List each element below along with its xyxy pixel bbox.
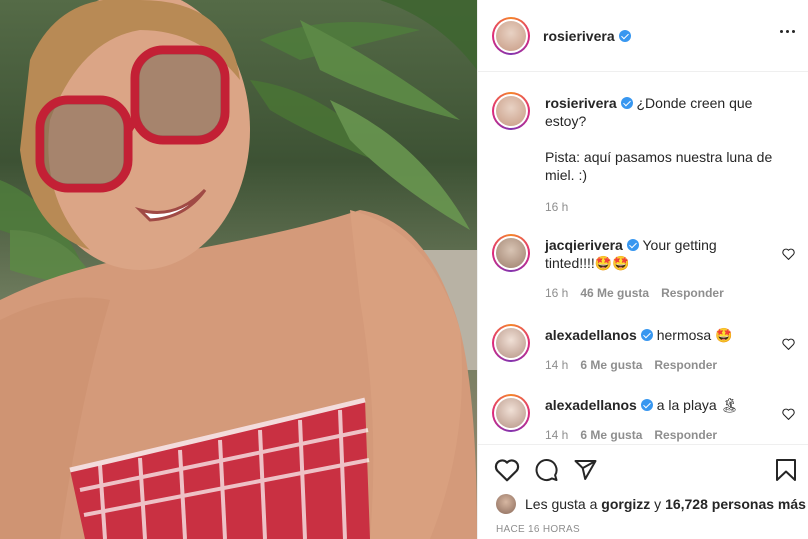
verified-badge-icon	[640, 329, 653, 341]
comment-time[interactable]: 16 h	[545, 286, 568, 300]
caption-text-2: Pista: aquí pasamos nuestra luna de miel…	[545, 149, 773, 183]
photo-illustration	[0, 0, 477, 539]
caption-avatar[interactable]	[492, 92, 530, 130]
reply-button[interactable]: Responder	[661, 286, 724, 300]
reply-button[interactable]: Responder	[654, 358, 717, 372]
save-bookmark-icon[interactable]	[775, 458, 797, 482]
author-username-text[interactable]: rosierivera	[543, 28, 615, 44]
more-options-icon[interactable]	[780, 30, 795, 33]
verified-badge-icon	[618, 29, 631, 42]
comments-list[interactable]: rosierivera ¿Donde creen que estoy? Pist…	[478, 72, 808, 444]
post-header: rosierivera	[478, 0, 808, 72]
comment-username[interactable]: alexadellanos	[545, 397, 637, 413]
liker-avatar[interactable]	[496, 494, 516, 514]
share-icon[interactable]	[573, 458, 598, 482]
comment-likes[interactable]: 6 Me gusta	[580, 428, 642, 442]
like-heart-icon[interactable]	[494, 458, 520, 482]
comment-item: jacqierivera Your getting tinted!!!!🤩🤩 1…	[492, 234, 795, 300]
comment-time[interactable]: 14 h	[545, 428, 568, 442]
comment-item: alexadellanos hermosa 🤩 14 h 6 Me gusta …	[492, 324, 795, 372]
comment-likes[interactable]: 6 Me gusta	[580, 358, 642, 372]
comment-text: a la playa 🏝	[656, 397, 739, 413]
post-photo[interactable]	[0, 0, 477, 539]
comment-username[interactable]: alexadellanos	[545, 327, 637, 343]
likes-conj: y	[654, 496, 662, 512]
comment-username[interactable]: jacqierivera	[545, 237, 623, 253]
comment-icon[interactable]	[534, 458, 559, 482]
caption-time[interactable]: 16 h	[545, 200, 568, 214]
reply-button[interactable]: Responder	[654, 428, 717, 442]
verified-badge-icon	[620, 97, 633, 109]
likes-summary[interactable]: Les gusta a gorgizz y 16,728 personas má…	[496, 494, 806, 514]
comment-time[interactable]: 14 h	[545, 358, 568, 372]
verified-badge-icon	[640, 399, 653, 411]
comment-avatar[interactable]	[492, 394, 530, 432]
like-comment-heart-icon[interactable]	[782, 248, 795, 260]
like-comment-heart-icon[interactable]	[782, 408, 795, 420]
likes-count[interactable]: 16,728 personas más	[665, 496, 806, 512]
liker-username[interactable]: gorgizz	[601, 496, 650, 512]
like-comment-heart-icon[interactable]	[782, 338, 795, 350]
post-panel: rosierivera rosierivera ¿Donde creen que…	[477, 0, 808, 539]
author-username[interactable]: rosierivera	[543, 28, 631, 44]
comment-text: hermosa 🤩	[656, 327, 733, 343]
caption: rosierivera ¿Donde creen que estoy? Pist…	[492, 92, 795, 214]
comment-item: alexadellanos a la playa 🏝 14 h 6 Me gus…	[492, 394, 795, 442]
comment-avatar[interactable]	[492, 324, 530, 362]
caption-username[interactable]: rosierivera	[545, 95, 617, 111]
comment-likes[interactable]: 46 Me gusta	[580, 286, 649, 300]
verified-badge-icon	[626, 239, 639, 251]
post-timestamp[interactable]: HACE 16 HORAS	[496, 524, 580, 535]
comment-avatar[interactable]	[492, 234, 530, 272]
author-avatar[interactable]	[492, 16, 530, 55]
actions-section: Les gusta a gorgizz y 16,728 personas má…	[478, 444, 808, 539]
likes-prefix: Les gusta a	[525, 496, 598, 512]
